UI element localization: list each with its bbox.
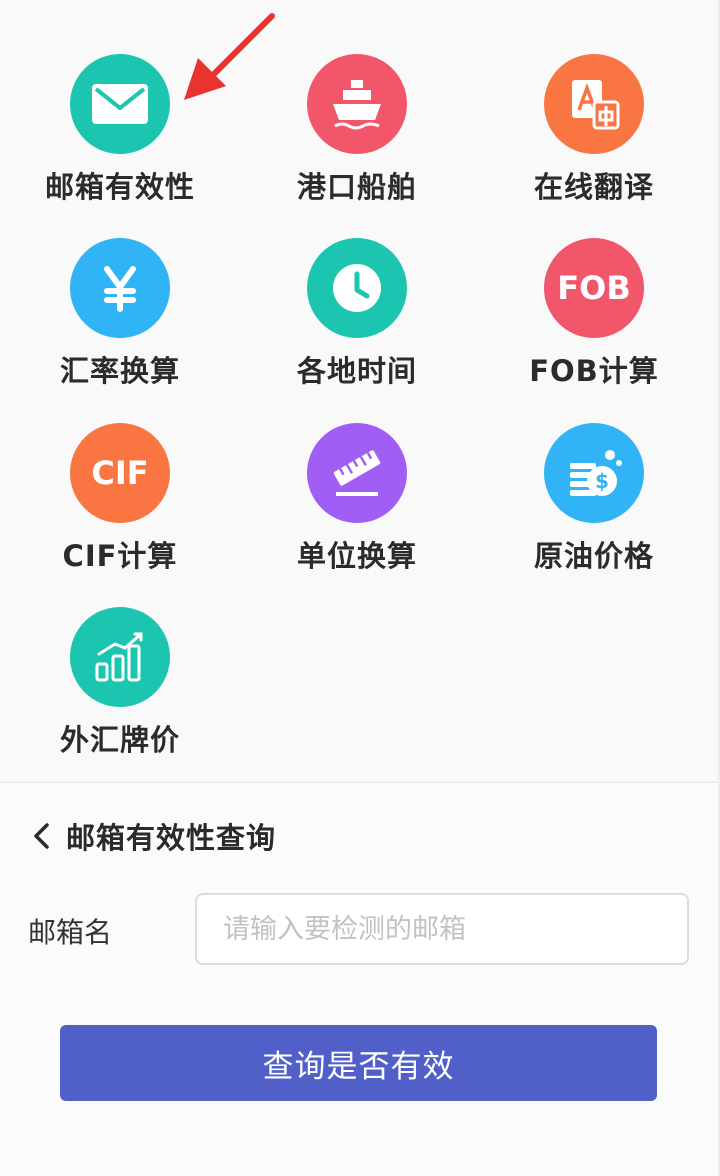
fob-icon: FOB xyxy=(557,269,631,307)
clock-icon xyxy=(329,260,385,316)
online-translate-circle xyxy=(544,54,644,154)
email-name-label: 邮箱名 xyxy=(28,916,113,949)
svg-text:$: $ xyxy=(595,469,609,493)
tool-label: 单位换算 xyxy=(296,539,417,573)
email-check-panel: 邮箱有效性查询 邮箱名 查询是否有效 xyxy=(0,783,720,1176)
tools-grid: 邮箱有效性 港口船舶 在线翻译 汇率换算 各地时间 FOB FOB计算 CIF … xyxy=(0,0,720,780)
port-ship-circle xyxy=(307,54,407,154)
coins-icon: $ xyxy=(564,445,624,501)
tool-label: 外汇牌价 xyxy=(59,723,180,757)
local-time-circle xyxy=(307,238,407,338)
translate-icon xyxy=(564,74,624,134)
panel-title: 邮箱有效性查询 xyxy=(66,821,277,855)
forex-quotes-circle xyxy=(70,607,170,707)
tool-label: CIF计算 xyxy=(62,539,178,573)
tool-label: 港口船舶 xyxy=(296,170,417,204)
pointer-arrow-icon xyxy=(180,10,280,109)
unit-convert-circle xyxy=(307,423,407,523)
tool-unit-convert[interactable]: 单位换算 xyxy=(257,423,457,575)
tool-label: 邮箱有效性 xyxy=(44,170,195,204)
tool-label: 原油价格 xyxy=(533,539,654,573)
yen-icon xyxy=(95,263,145,313)
tool-label: FOB计算 xyxy=(529,354,659,388)
email-input[interactable] xyxy=(195,893,689,965)
tool-label: 汇率换算 xyxy=(59,354,180,388)
email-validity-circle xyxy=(70,54,170,154)
tool-online-translate[interactable]: 在线翻译 xyxy=(494,54,694,206)
tool-label: 在线翻译 xyxy=(533,170,654,204)
bar-chart-icon xyxy=(91,630,149,684)
tool-forex-quotes[interactable]: 外汇牌价 xyxy=(20,607,220,759)
chevron-left-icon[interactable] xyxy=(30,821,52,851)
tool-local-time[interactable]: 各地时间 xyxy=(257,238,457,390)
cif-icon: CIF xyxy=(91,454,149,492)
crude-oil-circle: $ xyxy=(544,423,644,523)
tool-exchange-rate[interactable]: 汇率换算 xyxy=(20,238,220,390)
panel-header[interactable]: 邮箱有效性查询 xyxy=(30,815,276,857)
cif-calc-circle: CIF xyxy=(70,423,170,523)
ship-icon xyxy=(327,76,387,132)
tool-cif-calc[interactable]: CIF CIF计算 xyxy=(20,423,220,575)
tool-crude-oil[interactable]: $ 原油价格 xyxy=(494,423,694,575)
tool-port-ship[interactable]: 港口船舶 xyxy=(257,54,457,206)
fob-calc-circle: FOB xyxy=(544,238,644,338)
exchange-rate-circle xyxy=(70,238,170,338)
tool-label: 各地时间 xyxy=(296,354,417,388)
ruler-icon xyxy=(328,446,386,500)
check-validity-button[interactable]: 查询是否有效 xyxy=(60,1025,657,1101)
mail-icon xyxy=(90,80,150,128)
tool-fob-calc[interactable]: FOB FOB计算 xyxy=(494,238,694,390)
